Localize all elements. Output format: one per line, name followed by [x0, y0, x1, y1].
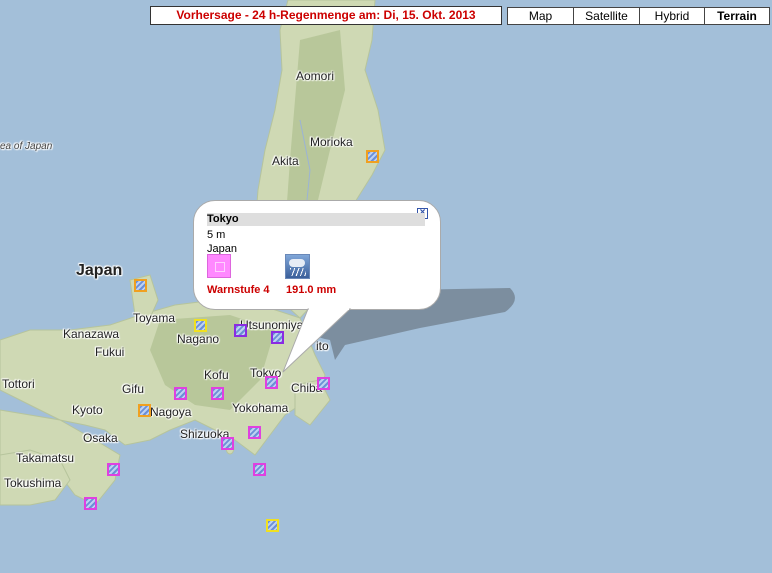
infowindow-station-name: Tokyo [207, 213, 425, 226]
map-type-satellite-button[interactable]: Satellite [573, 7, 640, 25]
rain-amount-value: 191.0 mm [286, 284, 337, 296]
map-type-control: Map Satellite Hybrid Terrain [507, 7, 770, 25]
forecast-title: Vorhersage - 24 h-Regenmenge am: Di, 15.… [150, 6, 502, 25]
map-type-map-button[interactable]: Map [507, 7, 574, 25]
warning-level-label: Warnstufe 4 [207, 284, 270, 296]
infowindow-tail [282, 308, 352, 373]
map-canvas[interactable]: Aomori Morioka Akita ea of Japan Japan T… [0, 0, 772, 573]
map-type-terrain-button[interactable]: Terrain [704, 7, 770, 25]
heavy-rain-icon [285, 254, 310, 279]
infowindow-elevation: 5 m [207, 229, 226, 241]
warning-level-icon [207, 254, 231, 278]
map-type-hybrid-button[interactable]: Hybrid [639, 7, 705, 25]
